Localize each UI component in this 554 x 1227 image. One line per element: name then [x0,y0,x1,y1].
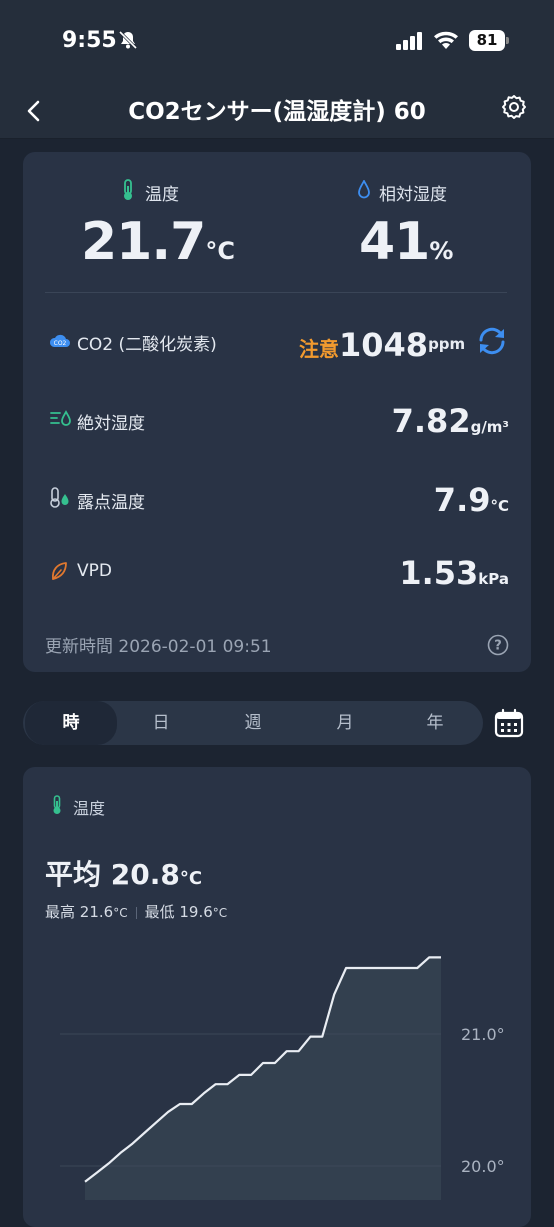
vpd-label: VPD [77,561,112,581]
dew-point-icon [50,487,69,508]
absolute-humidity-icon [50,410,71,426]
battery-indicator: 81 [469,30,505,51]
calendar-icon[interactable] [494,708,524,738]
svg-text:CO2: CO2 [54,340,67,347]
humidity-unit: % [429,237,454,265]
status-time: 9:55 [62,28,117,53]
svg-text:?: ? [494,639,502,654]
vpd-number: 1.53 [399,554,479,592]
humidity-number: 41 [359,212,430,272]
humidity-value: 41% [359,212,453,272]
temperature-chart: 21.0° 20.0° [60,956,505,1200]
wifi-icon [434,31,458,49]
dew-point-label: 露点温度 [77,493,145,513]
leaf-icon [52,562,67,580]
gear-icon[interactable] [500,93,528,121]
status-bar: 9:55 81 [0,0,554,84]
absolute-humidity-value: 7.82g/m³ [392,402,509,440]
dew-point-value: 7.9°C [434,481,509,519]
co2-cloud-icon: CO2 [49,334,70,347]
co2-unit: ppm [428,335,466,353]
vpd-unit: kPa [478,570,509,588]
dew-point-number: 7.9 [433,481,491,519]
tab-month[interactable]: 月 [299,701,391,745]
thermometer-icon [124,179,132,200]
temperature-label: 温度 [145,185,179,205]
divider [45,292,507,293]
history-chart-card: 温度 平均 20.8°C 最高 21.6°C 最低 19.6°C 21.0° 20.… [23,767,531,1227]
co2-label: CO2 (二酸化炭素) [77,335,217,355]
refresh-icon[interactable] [475,326,509,356]
tab-day[interactable]: 日 [115,701,207,745]
y-tick-label: 20.0° [461,1157,505,1176]
cellular-signal-icon [396,32,422,50]
temperature-area [85,957,441,1200]
co2-value: 注意1048ppm [299,326,465,364]
updated-time: 更新時間 2026-02-01 09:51 [45,637,272,657]
water-drop-icon [358,180,370,199]
temperature-value: 21.7°C [81,212,235,272]
help-icon[interactable]: ? [487,634,509,656]
temperature-unit: °C [205,237,235,265]
humidity-label: 相対湿度 [379,185,447,205]
temperature-number: 21.7 [81,212,206,272]
current-readings-card: 温度 21.7°C 相対湿度 41% CO2 CO2 (二酸化炭素) 注意104… [23,152,531,672]
absolute-humidity-unit: g/m³ [470,418,509,436]
co2-status: 注意 [299,337,339,361]
tab-hour[interactable]: 時 [25,701,117,745]
tab-week[interactable]: 週 [207,701,299,745]
dew-point-unit: °C [490,497,509,515]
vpd-value: 1.53kPa [399,554,509,592]
period-tabs: 時 日 週 月 年 [23,701,483,745]
tab-year[interactable]: 年 [389,701,481,745]
absolute-humidity-label: 絶対湿度 [77,414,145,434]
absolute-humidity-number: 7.82 [391,402,471,440]
page-title: CO2センサー(温湿度計) 60 [128,99,426,125]
co2-number: 1048 [339,326,429,364]
bell-muted-icon [118,30,138,50]
battery-cap [506,37,509,44]
y-tick-label: 21.0° [461,1025,505,1044]
nav-bar: CO2センサー(温湿度計) 60 [0,84,554,139]
